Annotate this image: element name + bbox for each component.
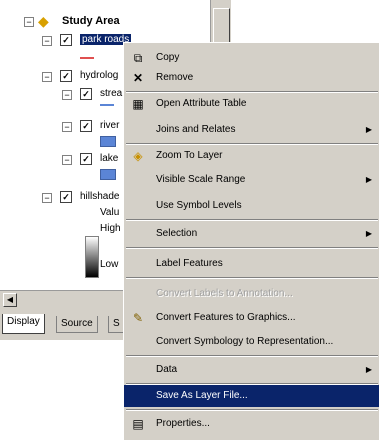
menu-item-label-features[interactable]: Label Features bbox=[124, 253, 379, 275]
hydrology-checkbox[interactable]: ✓ bbox=[60, 70, 72, 82]
river-collapse-toggle[interactable]: − bbox=[62, 122, 72, 132]
menu-item-convert-symbology-to-representation-label: Convert Symbology to Representation... bbox=[156, 336, 334, 347]
menu-item-open-attribute-table-label: Open Attribute Table bbox=[156, 98, 247, 109]
remove-icon: ✕ bbox=[132, 71, 144, 85]
hillshade-value-label: Valu bbox=[100, 207, 120, 218]
submenu-arrow-icon: ▶ bbox=[365, 229, 372, 238]
menu-item-convert-symbology-to-representation[interactable]: Convert Symbology to Representation... bbox=[124, 331, 379, 353]
submenu-arrow-icon: ▶ bbox=[365, 125, 372, 134]
menu-item-zoom-to-layer-label: Zoom To Layer bbox=[156, 150, 223, 161]
menu-item-joins-and-relates[interactable]: Joins and Relates ▶ bbox=[124, 119, 379, 141]
hillshade-color-ramp bbox=[85, 236, 99, 278]
layer-streams[interactable]: strea bbox=[100, 87, 122, 101]
menu-item-visible-scale-range[interactable]: Visible Scale Range ▶ bbox=[124, 169, 379, 191]
streams-checkbox[interactable]: ✓ bbox=[80, 88, 92, 100]
layer-context-menu: ⧉ Copy ✕ Remove ▦ Open Attribute Table J… bbox=[123, 42, 379, 440]
root-collapse-toggle[interactable]: − bbox=[24, 17, 34, 27]
root-layer-label[interactable]: Study Area bbox=[62, 14, 120, 28]
menu-item-selection-label: Selection bbox=[156, 228, 198, 239]
menu-item-copy-label: Copy bbox=[156, 52, 180, 63]
scroll-left-icon[interactable]: ◀ bbox=[3, 293, 17, 307]
menu-item-joins-and-relates-label: Joins and Relates bbox=[156, 124, 236, 135]
hydrology-collapse-toggle[interactable]: − bbox=[42, 72, 52, 82]
menu-item-convert-labels-to-annotation: Convert Labels to Annotation... bbox=[124, 283, 379, 305]
menu-item-remove-label: Remove bbox=[156, 72, 194, 83]
menu-separator bbox=[126, 355, 378, 357]
menu-item-open-attribute-table[interactable]: ▦ Open Attribute Table bbox=[124, 93, 379, 115]
park-roads-checkbox[interactable]: ✓ bbox=[60, 34, 72, 46]
river-checkbox[interactable]: ✓ bbox=[80, 120, 92, 132]
menu-item-data-label: Data bbox=[156, 364, 178, 375]
menu-item-label-features-label: Label Features bbox=[156, 258, 223, 269]
streams-symbol bbox=[100, 104, 114, 106]
menu-item-properties-label: Properties... bbox=[156, 418, 210, 429]
properties-icon: ▤ bbox=[132, 417, 144, 431]
menu-item-zoom-to-layer[interactable]: ◈ Zoom To Layer bbox=[124, 145, 379, 167]
zoom-to-layer-icon: ◈ bbox=[133, 149, 143, 163]
tab-source[interactable]: Source bbox=[56, 316, 98, 333]
menu-item-save-as-layer-file[interactable]: Save As Layer File... bbox=[124, 385, 379, 407]
menu-item-visible-scale-range-label: Visible Scale Range bbox=[156, 174, 246, 185]
menu-item-properties[interactable]: ▤ Properties... bbox=[124, 413, 379, 435]
menu-item-save-as-layer-file-label: Save As Layer File... bbox=[156, 390, 248, 401]
river-symbol bbox=[100, 136, 116, 147]
layer-lake[interactable]: lake bbox=[100, 152, 118, 166]
park-roads-collapse-toggle[interactable]: − bbox=[42, 36, 52, 46]
menu-separator bbox=[126, 277, 378, 279]
menu-item-use-symbol-levels[interactable]: Use Symbol Levels bbox=[124, 195, 379, 217]
submenu-arrow-icon: ▶ bbox=[365, 365, 372, 374]
hillshade-collapse-toggle[interactable]: − bbox=[42, 193, 52, 203]
layers-folder-icon: ◆ bbox=[38, 13, 49, 29]
menu-separator bbox=[126, 247, 378, 249]
table-icon: ▦ bbox=[132, 97, 144, 111]
streams-collapse-toggle[interactable]: − bbox=[62, 90, 72, 100]
lake-symbol bbox=[100, 169, 116, 180]
menu-item-convert-features-to-graphics-label: Convert Features to Graphics... bbox=[156, 312, 296, 323]
copy-icon: ⧉ bbox=[133, 51, 143, 65]
menu-separator bbox=[126, 219, 378, 221]
menu-item-data[interactable]: Data ▶ bbox=[124, 359, 379, 381]
hillshade-checkbox[interactable]: ✓ bbox=[60, 191, 72, 203]
layer-river[interactable]: river bbox=[100, 119, 119, 133]
menu-separator bbox=[126, 409, 378, 411]
menu-item-remove[interactable]: ✕ Remove bbox=[124, 67, 379, 89]
lake-checkbox[interactable]: ✓ bbox=[80, 153, 92, 165]
hillshade-low-label: Low bbox=[100, 259, 119, 270]
menu-item-use-symbol-levels-label: Use Symbol Levels bbox=[156, 200, 242, 211]
menu-item-convert-labels-to-annotation-label: Convert Labels to Annotation... bbox=[156, 288, 293, 299]
layer-hillshade[interactable]: hillshade bbox=[80, 190, 119, 204]
hillshade-high-label: High bbox=[100, 223, 121, 234]
convert-graphics-icon: ✎ bbox=[132, 311, 144, 325]
lake-collapse-toggle[interactable]: − bbox=[62, 155, 72, 165]
park-roads-symbol bbox=[80, 57, 94, 59]
tab-display[interactable]: Display bbox=[2, 314, 45, 334]
menu-item-convert-features-to-graphics[interactable]: ✎ Convert Features to Graphics... bbox=[124, 307, 379, 329]
menu-item-selection[interactable]: Selection ▶ bbox=[124, 223, 379, 245]
menu-item-copy[interactable]: ⧉ Copy bbox=[124, 47, 379, 69]
layer-hydrology[interactable]: hydrolog bbox=[80, 69, 118, 83]
submenu-arrow-icon: ▶ bbox=[365, 175, 372, 184]
